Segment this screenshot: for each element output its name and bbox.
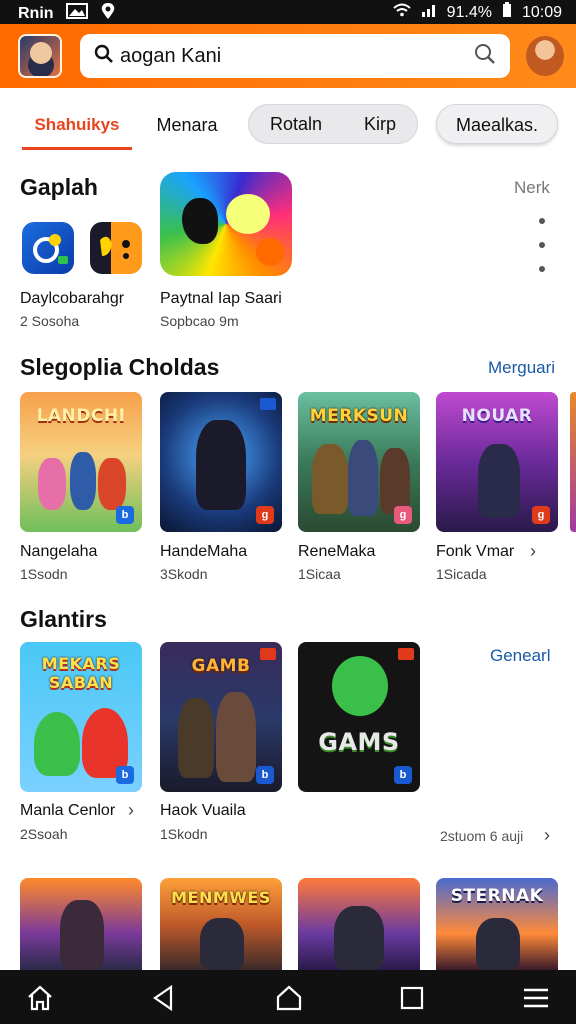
status-carrier-text: Rnin <box>18 4 54 22</box>
game-tile-7[interactable]: GAMS b <box>298 642 420 792</box>
tile-4-art-text: NOUAR <box>461 406 533 426</box>
chevron-right-icon-2[interactable]: › <box>128 800 134 821</box>
status-bar: Rnin 91.4% 10:09 <box>0 0 576 24</box>
app-icon-featured[interactable] <box>160 172 292 276</box>
home-icon[interactable] <box>26 984 54 1012</box>
tile-6-sub: 1Skodn <box>160 826 208 842</box>
battery-icon <box>502 2 512 23</box>
tile-5-sub: 2Ssoah <box>20 826 68 842</box>
signal-icon <box>421 3 437 22</box>
tile-2-label: HandeMaha <box>160 543 248 560</box>
game-tile-8[interactable] <box>20 878 142 970</box>
tile-4-badge-icon: g <box>532 506 550 524</box>
top-bar: aogan Kani <box>0 24 576 88</box>
menu-icon[interactable] <box>522 984 550 1012</box>
tile-9-art-text: MENMWES <box>171 888 271 907</box>
section-link-merguari[interactable]: Merguari <box>488 358 555 378</box>
section-link-nerk[interactable]: Nerk <box>514 178 550 198</box>
game-tile-3[interactable]: MERKSUN g <box>298 392 420 532</box>
section-link-genearl[interactable]: Genearl <box>490 646 550 666</box>
location-icon <box>100 2 116 25</box>
more-options-icon[interactable] <box>538 218 546 272</box>
tile-5-badge-icon: b <box>116 766 134 784</box>
tile-3-badge-icon: g <box>394 506 412 524</box>
search-input[interactable]: aogan Kani <box>120 45 474 68</box>
tile-7-art-text: GAMS <box>318 728 400 756</box>
search-submit-icon[interactable] <box>474 43 496 70</box>
tab-kirp[interactable]: Kirp <box>364 114 396 135</box>
next-tile-peek <box>570 392 576 532</box>
tile-4-label: Fonk Vmar <box>436 543 515 560</box>
tile-7-badge-icon: b <box>394 766 412 784</box>
app-avatar[interactable] <box>18 34 62 78</box>
tile-11-art-text: STERNAK <box>450 886 544 906</box>
image-icon <box>65 3 88 24</box>
status-left: Rnin <box>18 2 116 25</box>
tile-1-art-text: LANDCHI <box>36 406 126 426</box>
game-tile-1[interactable]: LANDCHI b <box>20 392 142 532</box>
tab-active[interactable]: Shahuikys <box>22 110 132 150</box>
app-1-sub: 2 Sosoha <box>20 313 80 329</box>
tile-3-sub: 1Sicaa <box>298 566 341 582</box>
tab-rotaln[interactable]: Rotaln <box>270 114 322 135</box>
game-tile-5[interactable]: MEKARS SABAN b <box>20 642 142 792</box>
tile-1-badge-icon: b <box>116 506 134 524</box>
tile-1-sub: 1Ssodn <box>20 566 68 582</box>
tile-5-label: Manla Cenlor <box>20 802 116 819</box>
game-tile-6[interactable]: GAMB b <box>160 642 282 792</box>
app-icon-1[interactable] <box>22 222 74 274</box>
status-right: 91.4% 10:09 <box>392 2 562 23</box>
app-icon-2[interactable] <box>90 222 142 274</box>
section-title-slegoplia: Slegoplia Choldas <box>20 354 220 380</box>
game-tile-11[interactable]: STERNAK <box>436 878 558 970</box>
chevron-right-icon[interactable]: › <box>530 541 536 562</box>
section-title-gaplah: Gaplah <box>20 174 98 200</box>
app-2-label: Paytnal Iap Saari <box>160 290 282 307</box>
bottom-nav <box>0 970 576 1024</box>
home-outline-icon[interactable] <box>275 984 303 1012</box>
game-tile-9[interactable]: MENMWES <box>160 878 282 970</box>
back-icon[interactable] <box>150 984 178 1012</box>
game-tile-2[interactable]: g <box>160 392 282 532</box>
game-tile-4[interactable]: NOUAR g <box>436 392 558 532</box>
wifi-icon <box>392 3 411 22</box>
section3-footer[interactable]: 2stuom 6 auji <box>440 828 523 844</box>
tile-4-sub: 1Sicada <box>436 566 487 582</box>
tile-3-label: ReneMaka <box>298 543 376 560</box>
tile-2-badge-icon: g <box>256 506 274 524</box>
game-tile-10[interactable] <box>298 878 420 970</box>
clock-text: 10:09 <box>521 3 562 21</box>
tab-menara[interactable]: Menara <box>150 110 224 140</box>
category-tabs: Shahuikys Menara Rotaln Kirp Maealkas. <box>0 100 576 152</box>
tile-3-art-text: MERKSUN <box>309 406 409 426</box>
tile-6-label: Haok Vuaila <box>160 802 246 819</box>
tile-5-art-text: MEKARS SABAN <box>41 654 121 692</box>
tab-maealkas[interactable]: Maealkas. <box>436 104 558 144</box>
recents-icon[interactable] <box>398 984 426 1012</box>
app-2-sub: Sopbcao 9m <box>160 313 239 329</box>
battery-text: 91.4% <box>446 3 492 21</box>
tile-1-label: Nangelaha <box>20 543 98 560</box>
search-icon <box>94 44 114 69</box>
profile-avatar[interactable] <box>526 36 564 76</box>
tab-pill-group[interactable]: Rotaln Kirp <box>248 104 418 144</box>
chevron-right-icon-3[interactable]: › <box>544 825 550 846</box>
tile-2-sub: 3Skodn <box>160 566 208 582</box>
section-title-glantirs: Glantirs <box>20 606 107 632</box>
tile-6-badge-icon: b <box>256 766 274 784</box>
search-box[interactable]: aogan Kani <box>80 34 510 78</box>
app-1-label: Daylcobarahgr <box>20 290 125 307</box>
